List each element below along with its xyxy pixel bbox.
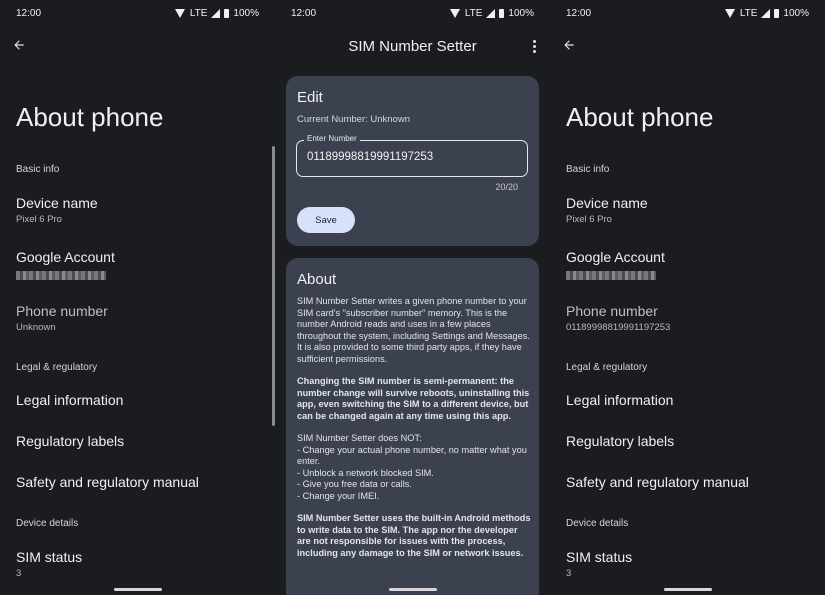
regulatory-labels-item[interactable]: Regulatory labels xyxy=(566,433,674,449)
phone-number-item: Phone number 01189998819991197253 xyxy=(566,303,670,333)
legal-information-item[interactable]: Legal information xyxy=(566,392,673,408)
section-basic-info: Basic info xyxy=(566,164,610,175)
number-input[interactable] xyxy=(307,151,517,163)
battery-icon xyxy=(774,9,780,18)
phone-number-value: Unknown xyxy=(16,322,56,333)
status-bar: 12:00 LTE 100% xyxy=(16,8,259,22)
signal-icon xyxy=(211,9,221,18)
status-bar: 12:00 LTE 100% xyxy=(566,8,809,22)
page-title: About phone xyxy=(566,102,714,132)
google-account-item[interactable]: Google Account xyxy=(16,249,115,285)
google-account-redacted xyxy=(566,271,656,280)
about-paragraph-2: Changing the SIM number is semi-permanen… xyxy=(297,376,530,421)
app-title: SIM Number Setter xyxy=(348,38,477,55)
status-bar: 12:00 LTE 100% xyxy=(291,8,534,22)
device-name-value: Pixel 6 Pro xyxy=(16,214,62,225)
section-device-details: Device details xyxy=(16,518,79,529)
sim-status-value: 3 xyxy=(566,568,572,579)
phone-number-item: Phone number Unknown xyxy=(16,303,108,333)
section-legal: Legal & regulatory xyxy=(16,362,98,373)
safety-manual-item[interactable]: Safety and regulatory manual xyxy=(566,474,749,490)
device-name-value: Pixel 6 Pro xyxy=(566,214,612,225)
legal-information-item[interactable]: Legal information xyxy=(16,392,123,408)
about-phone-screen-before: 12:00 LTE 100% About phone Basic info De… xyxy=(0,0,275,595)
device-name-label: Device name xyxy=(16,195,98,211)
google-account-redacted xyxy=(16,271,106,280)
battery-level: 100% xyxy=(233,8,259,19)
gesture-bar[interactable] xyxy=(388,588,437,591)
char-counter: 20/20 xyxy=(495,182,518,192)
back-arrow-icon[interactable] xyxy=(12,38,26,52)
about-not-item: - Unblock a network blocked SIM. xyxy=(297,467,434,478)
battery-icon xyxy=(224,9,230,18)
about-phone-screen-after: 12:00 LTE 100% About phone Basic info De… xyxy=(550,0,825,595)
about-not-list: SIM Number Setter does NOT: - Change you… xyxy=(297,433,531,502)
section-basic-info: Basic info xyxy=(16,164,60,175)
phone-number-label: Phone number xyxy=(566,303,658,319)
number-field[interactable]: Enter Number xyxy=(296,134,528,177)
phone-number-value: 01189998819991197253 xyxy=(566,322,671,333)
status-time: 12:00 xyxy=(566,8,592,19)
sim-status-label: SIM status xyxy=(566,549,633,565)
wifi-icon xyxy=(724,9,736,18)
edit-heading: Edit xyxy=(297,89,323,106)
phone-number-label: Phone number xyxy=(16,303,108,319)
sim-status-item[interactable]: SIM status 3 xyxy=(16,549,82,579)
number-field-label: Enter Number xyxy=(304,134,360,143)
about-card: About SIM Number Setter writes a given p… xyxy=(286,258,539,595)
wifi-icon xyxy=(174,9,186,18)
about-paragraph-4: SIM Number Setter uses the built-in Andr… xyxy=(297,513,531,558)
more-vert-icon[interactable] xyxy=(533,40,537,54)
battery-level: 100% xyxy=(508,8,534,19)
signal-icon xyxy=(486,9,496,18)
edit-card: Edit Current Number: Unknown Enter Numbe… xyxy=(286,76,539,246)
device-name-item[interactable]: Device name Pixel 6 Pro xyxy=(16,195,98,225)
about-not-item: - Change your IMEI. xyxy=(297,490,380,501)
sim-status-label: SIM status xyxy=(16,549,83,565)
status-time: 12:00 xyxy=(291,8,317,19)
about-not-item: - Give you free data or calls. xyxy=(297,479,412,489)
battery-icon xyxy=(499,9,505,18)
gesture-bar[interactable] xyxy=(113,588,162,591)
device-name-label: Device name xyxy=(566,195,648,211)
about-not-title: SIM Number Setter does NOT: xyxy=(297,433,422,443)
network-label: LTE xyxy=(739,8,758,19)
google-account-label: Google Account xyxy=(16,249,115,265)
save-button[interactable]: Save xyxy=(297,207,355,233)
network-label: LTE xyxy=(189,8,208,19)
about-body: SIM Number Setter writes a given phone n… xyxy=(297,296,531,570)
section-legal: Legal & regulatory xyxy=(566,362,648,373)
section-device-details: Device details xyxy=(566,518,629,529)
current-number: Current Number: Unknown xyxy=(297,114,410,125)
about-heading: About xyxy=(297,271,337,288)
signal-icon xyxy=(761,9,771,18)
safety-manual-item[interactable]: Safety and regulatory manual xyxy=(16,474,199,490)
wifi-icon xyxy=(449,9,461,18)
device-name-item[interactable]: Device name Pixel 6 Pro xyxy=(566,195,648,225)
google-account-label: Google Account xyxy=(566,249,665,265)
about-not-item: - Change your actual phone number, no ma… xyxy=(297,444,527,467)
back-arrow-icon[interactable] xyxy=(562,38,576,52)
regulatory-labels-item[interactable]: Regulatory labels xyxy=(16,433,124,449)
page-title: About phone xyxy=(16,102,164,132)
google-account-item[interactable]: Google Account xyxy=(566,249,665,285)
gesture-bar[interactable] xyxy=(663,588,712,591)
status-time: 12:00 xyxy=(16,8,42,19)
sim-status-item[interactable]: SIM status 3 xyxy=(566,549,632,579)
about-paragraph-1: SIM Number Setter writes a given phone n… xyxy=(297,296,530,364)
sim-number-setter-screen: 12:00 LTE 100% SIM Number Setter Edit Cu… xyxy=(275,0,550,595)
network-label: LTE xyxy=(464,8,483,19)
sim-status-value: 3 xyxy=(16,568,22,579)
battery-level: 100% xyxy=(783,8,809,19)
